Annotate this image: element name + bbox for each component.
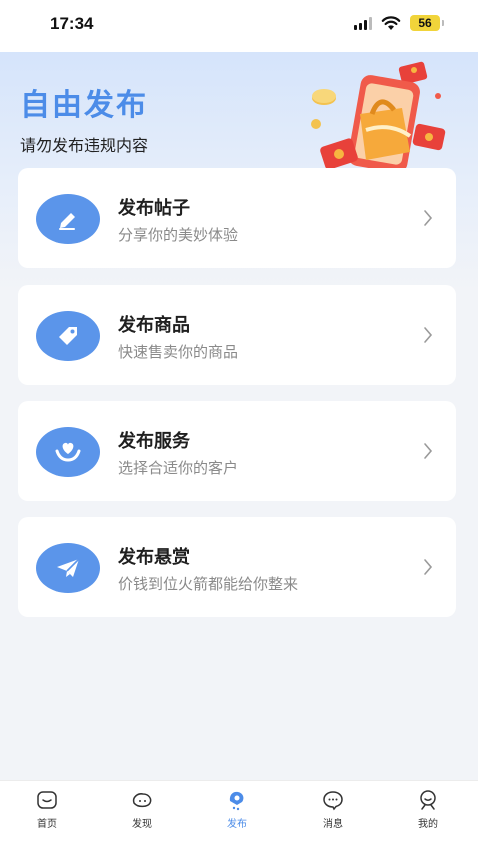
card-title: 发布悬赏	[118, 547, 190, 568]
card-description: 选择合适你的客户	[118, 459, 239, 477]
wifi-icon	[381, 16, 401, 30]
nav-label: 消息	[323, 819, 343, 830]
home-icon	[37, 791, 57, 809]
nav-label: 我的	[418, 819, 438, 830]
bottom-navigation: 首页 发现 发布 消息 我的	[0, 780, 478, 850]
status-bar: 17:34 56	[0, 0, 478, 52]
pencil-icon	[36, 194, 100, 244]
paper-plane-icon	[36, 543, 100, 593]
chevron-right-icon	[424, 210, 433, 226]
phone-gift-illustration	[311, 61, 446, 172]
battery-cap	[442, 20, 444, 26]
publish-service-card[interactable]: 发布服务 选择合适你的客户	[18, 401, 456, 501]
page-title: 自由发布	[20, 88, 148, 123]
nav-item-home[interactable]: 首页	[17, 789, 77, 839]
nav-label: 发现	[132, 819, 152, 830]
signal-icon	[354, 16, 372, 30]
card-title: 发布帖子	[118, 198, 190, 219]
nav-item-messages[interactable]: 消息	[303, 789, 363, 839]
publish-icon	[229, 791, 244, 811]
battery-icon: 56	[410, 15, 440, 31]
chevron-right-icon	[424, 443, 433, 459]
nav-item-publish[interactable]: 发布	[207, 789, 267, 839]
card-description: 快速售卖你的商品	[118, 343, 239, 361]
card-title: 发布服务	[118, 431, 190, 452]
status-indicators: 56	[354, 15, 444, 31]
discover-icon	[132, 793, 152, 808]
nav-label: 发布	[227, 819, 247, 830]
nav-item-profile[interactable]: 我的	[398, 789, 458, 839]
tag-icon	[36, 311, 100, 361]
card-description: 分享你的美妙体验	[118, 226, 239, 244]
card-title: 发布商品	[118, 315, 190, 336]
nav-item-discover[interactable]: 发现	[112, 789, 172, 839]
nav-label: 首页	[37, 819, 57, 830]
card-description: 价钱到位火箭都能给你整来	[118, 575, 299, 593]
heart-hands-icon	[36, 427, 100, 477]
publish-bounty-card[interactable]: 发布悬赏 价钱到位火箭都能给你整来	[18, 517, 456, 617]
publish-product-card[interactable]: 发布商品 快速售卖你的商品	[18, 285, 456, 385]
message-icon	[323, 791, 343, 811]
chevron-right-icon	[424, 327, 433, 343]
publish-post-card[interactable]: 发布帖子 分享你的美妙体验	[18, 168, 456, 268]
chevron-right-icon	[424, 559, 433, 575]
page-subtitle: 请勿发布违规内容	[20, 136, 149, 155]
profile-icon	[420, 790, 436, 810]
status-time: 17:34	[50, 14, 94, 33]
